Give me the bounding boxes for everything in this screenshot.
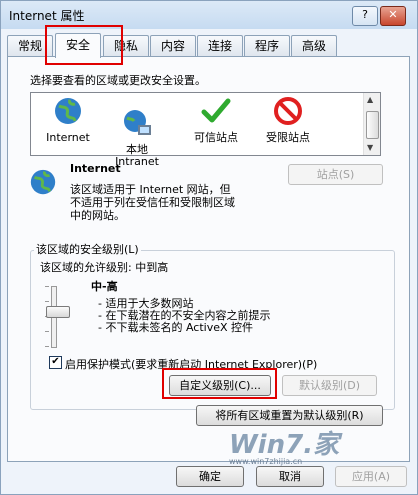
tab-connections[interactable]: 连接: [197, 35, 243, 56]
zone-internet[interactable]: Internet: [35, 95, 101, 144]
help-button[interactable]: ?: [352, 6, 378, 26]
default-level-button[interactable]: 默认级别(D): [282, 375, 377, 396]
custom-level-button[interactable]: 自定义级别(C)...: [169, 375, 271, 396]
cancel-button[interactable]: 取消: [256, 466, 324, 487]
tab-security[interactable]: 安全: [55, 33, 101, 58]
slider-tick: [45, 286, 49, 287]
ok-button[interactable]: 确定: [176, 466, 244, 487]
zones-prompt: 选择要查看的区域或更改安全设置。: [30, 74, 206, 87]
zone-trusted-sites[interactable]: 可信站点: [183, 95, 249, 144]
security-bullet: - 不下载未签名的 ActiveX 控件: [98, 321, 254, 334]
tab-content[interactable]: 内容: [150, 35, 196, 56]
zone-label: Internet: [46, 131, 90, 144]
scroll-down-icon[interactable]: ▼: [367, 143, 373, 152]
allowed-levels-text: 该区域的允许级别: 中到高: [40, 261, 169, 274]
internet-properties-window: Internet 属性 ? ✕ 常规 安全 隐私 内容 连接 程序 高级 选择要…: [0, 0, 418, 495]
protected-mode-label: 启用保护模式(要求重新启动 Internet Explorer)(P): [65, 358, 318, 371]
zone-detail-desc-3: 中的网站。: [70, 209, 125, 222]
scroll-up-icon[interactable]: ▲: [367, 95, 373, 104]
protected-mode-checkbox[interactable]: ✔: [49, 356, 62, 369]
slider-tick: [45, 346, 49, 347]
watermark: Win7.家 www.win7zhijia.cn: [229, 424, 339, 466]
title-bar: Internet 属性 ? ✕: [1, 1, 417, 29]
zone-restricted-sites[interactable]: 受限站点: [255, 95, 321, 144]
window-title: Internet 属性: [9, 9, 85, 23]
security-level-name: 中-高: [91, 280, 118, 293]
tab-general[interactable]: 常规: [7, 35, 53, 56]
intranet-icon: [124, 110, 151, 135]
close-button[interactable]: ✕: [380, 6, 406, 26]
scrollbar-thumb[interactable]: [366, 111, 379, 139]
zones-list: Internet 本地 Intranet 可信站点 受限站点 ▲ ▼: [30, 92, 381, 168]
tab-programs[interactable]: 程序: [244, 35, 290, 56]
restricted-icon: [274, 97, 302, 125]
tab-privacy[interactable]: 隐私: [103, 35, 149, 56]
checkmark-icon: [201, 98, 231, 123]
apply-button[interactable]: 应用(A): [335, 466, 407, 487]
tab-advanced[interactable]: 高级: [291, 35, 337, 56]
security-group-label: 该区域的安全级别(L): [34, 241, 141, 257]
zone-label: 受限站点: [266, 131, 310, 144]
security-slider-thumb[interactable]: [46, 306, 70, 318]
zone-detail-title: Internet: [70, 162, 121, 175]
sites-button[interactable]: 站点(S): [288, 164, 383, 185]
slider-tick: [45, 331, 49, 332]
slider-tick: [45, 301, 49, 302]
zones-scrollbar[interactable]: ▲ ▼: [363, 93, 380, 155]
globe-icon: [30, 169, 56, 195]
globe-icon: [55, 98, 81, 124]
reset-all-zones-button[interactable]: 将所有区域重置为默认级别(R): [196, 405, 383, 426]
watermark-brand: Win7.家: [229, 430, 340, 460]
zone-label: 可信站点: [194, 131, 238, 144]
